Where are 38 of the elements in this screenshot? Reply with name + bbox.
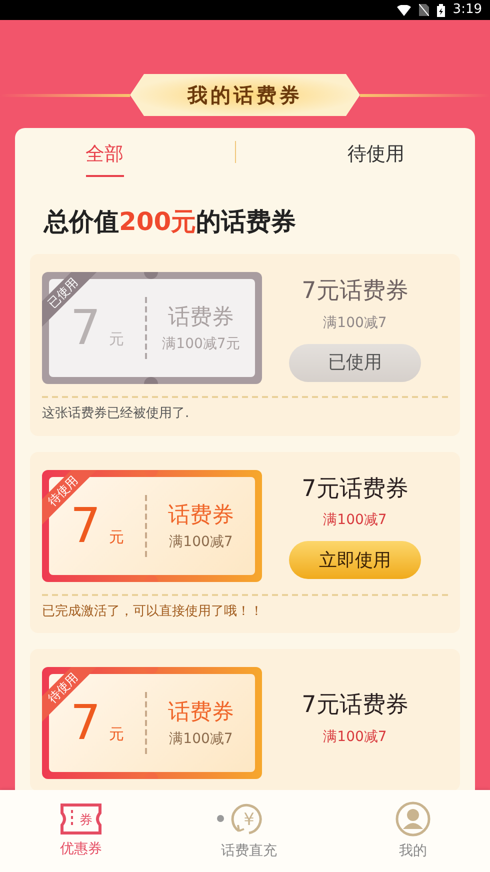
dashed-divider xyxy=(145,692,147,754)
user-icon xyxy=(395,800,431,836)
tab[interactable]: 全部 xyxy=(86,128,124,176)
coupon-rule: 满100减7 xyxy=(168,532,234,552)
coupon-type: 话费券 xyxy=(167,304,235,332)
coupon-title: 7元话费券 xyxy=(300,691,410,720)
coupon-type: 话费券 xyxy=(167,502,235,530)
coupon-unit: 元 xyxy=(108,526,124,548)
use-button[interactable]: 立即使用 xyxy=(289,541,421,580)
coupon-type: 话费券 xyxy=(167,699,235,727)
coupon-rule: 满100减7 xyxy=(168,730,234,749)
coupon-value: 7 xyxy=(70,304,101,352)
dashed-divider xyxy=(145,297,147,359)
coupon-condition: 满100减7 xyxy=(322,314,388,333)
status-time: 3:19 xyxy=(452,1,482,20)
coupon-condition: 满100减7 xyxy=(322,511,388,530)
coupon-title: 7元话费券 xyxy=(300,277,410,306)
page-title-banner: 我的话费券 xyxy=(130,74,360,116)
coupon-value: 7 xyxy=(70,699,101,747)
coupon-condition: 满100减7 xyxy=(322,728,388,747)
ticket-icon: 券 xyxy=(59,802,103,834)
use-button[interactable]: 已使用 xyxy=(289,344,421,382)
coupon-note: 已完成激活了，可以直接使用了哦！！ xyxy=(42,594,448,621)
dashed-divider xyxy=(145,494,147,556)
no-sim-icon xyxy=(418,4,429,16)
nav-tab[interactable]: 我的 xyxy=(395,800,431,862)
coupon-title: 7元话费券 xyxy=(300,474,410,504)
tab[interactable]: 待使用 xyxy=(347,128,404,176)
battery-icon xyxy=(436,4,445,16)
coupon-note: 这张话费券已经被使用了. xyxy=(42,396,448,424)
coupon-unit: 元 xyxy=(108,724,124,745)
nav-tab[interactable]: ¥ 话费直充 xyxy=(221,800,277,862)
coupon-rule: 满100减7元 xyxy=(161,335,241,354)
coupon-unit: 元 xyxy=(108,329,124,350)
total-value-heading: 总价值200元的话费券 xyxy=(44,206,298,238)
coupon-value: 7 xyxy=(70,502,101,550)
wifi-icon xyxy=(396,4,411,16)
nav-tab[interactable]: 券 优惠券 xyxy=(59,802,103,860)
